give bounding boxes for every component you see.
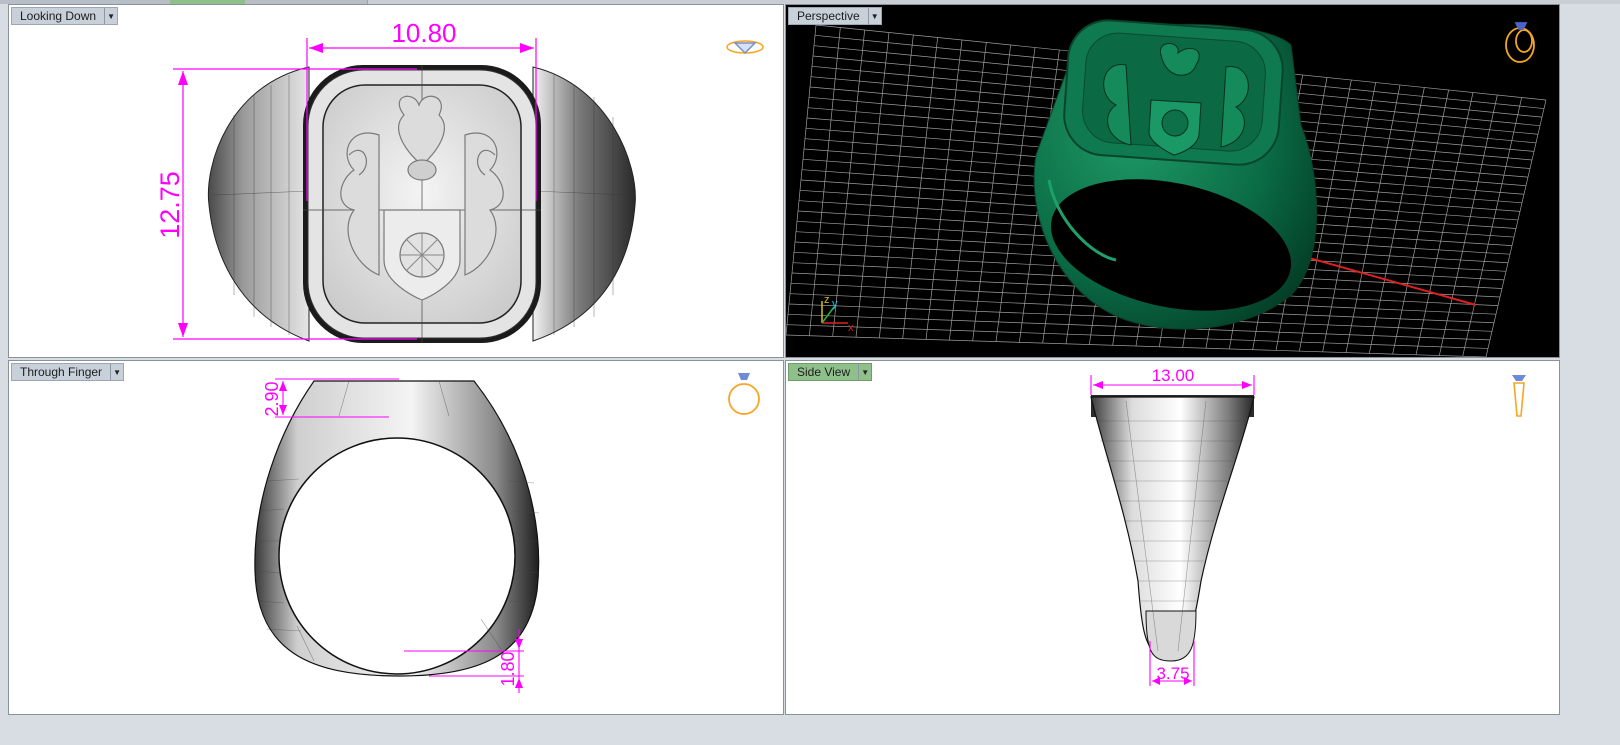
viewport-label-text: Looking Down: [20, 9, 97, 23]
ring-top-render: 10.80 12.75: [155, 18, 764, 343]
viewport-side-view[interactable]: 13.00 3.75 Side View ▼: [785, 360, 1560, 715]
axis-triad: z y x: [821, 294, 854, 334]
ring-front-render: 2.90 1.80: [254, 373, 760, 693]
chevron-down-icon[interactable]: ▼: [858, 364, 871, 380]
axis-x-label: x: [848, 322, 854, 334]
axis-z-label: z: [824, 294, 830, 306]
dimension-bottom-width: 3.75: [1156, 664, 1189, 683]
viewport-label-side-view[interactable]: Side View ▼: [788, 363, 873, 381]
dimension-top-width: 13.00: [1152, 366, 1195, 385]
ring-perspective-render: z y x: [786, 19, 1547, 357]
dimension-top-thickness: 2.90: [262, 381, 282, 416]
viewport-label-through-finger[interactable]: Through Finger ▼: [11, 363, 125, 381]
viewport-perspective[interactable]: z y x Perspective ▼: [785, 4, 1560, 358]
viewport-label-text: Perspective: [797, 9, 860, 23]
viewport-label-text: Side View: [797, 365, 851, 379]
viewport-label-looking-down[interactable]: Looking Down ▼: [11, 7, 119, 25]
ring-perspective-icon[interactable]: [1505, 22, 1535, 63]
ring-side-icon[interactable]: [1512, 375, 1526, 417]
dimension-height: 12.75: [155, 171, 185, 239]
chevron-down-icon[interactable]: ▼: [867, 8, 881, 24]
dimension-bottom-thickness: 1.80: [498, 651, 518, 686]
diamond-ring-icon[interactable]: [726, 40, 764, 55]
ring-front-icon[interactable]: [728, 373, 760, 415]
dimension-width: 10.80: [391, 18, 456, 48]
axis-y-label: y: [832, 298, 838, 310]
viewport-through-finger[interactable]: 2.90 1.80 Through Finger ▼: [8, 360, 784, 715]
viewport-label-perspective[interactable]: Perspective ▼: [788, 7, 882, 25]
viewport-looking-down[interactable]: 10.80 12.75 Looking Down ▼: [8, 4, 784, 358]
chevron-down-icon[interactable]: ▼: [104, 8, 117, 24]
ring-side-render: 13.00 3.75: [1090, 366, 1526, 686]
viewport-label-text: Through Finger: [20, 365, 103, 379]
chevron-down-icon[interactable]: ▼: [110, 364, 123, 380]
green-ring-model: [1033, 19, 1318, 330]
